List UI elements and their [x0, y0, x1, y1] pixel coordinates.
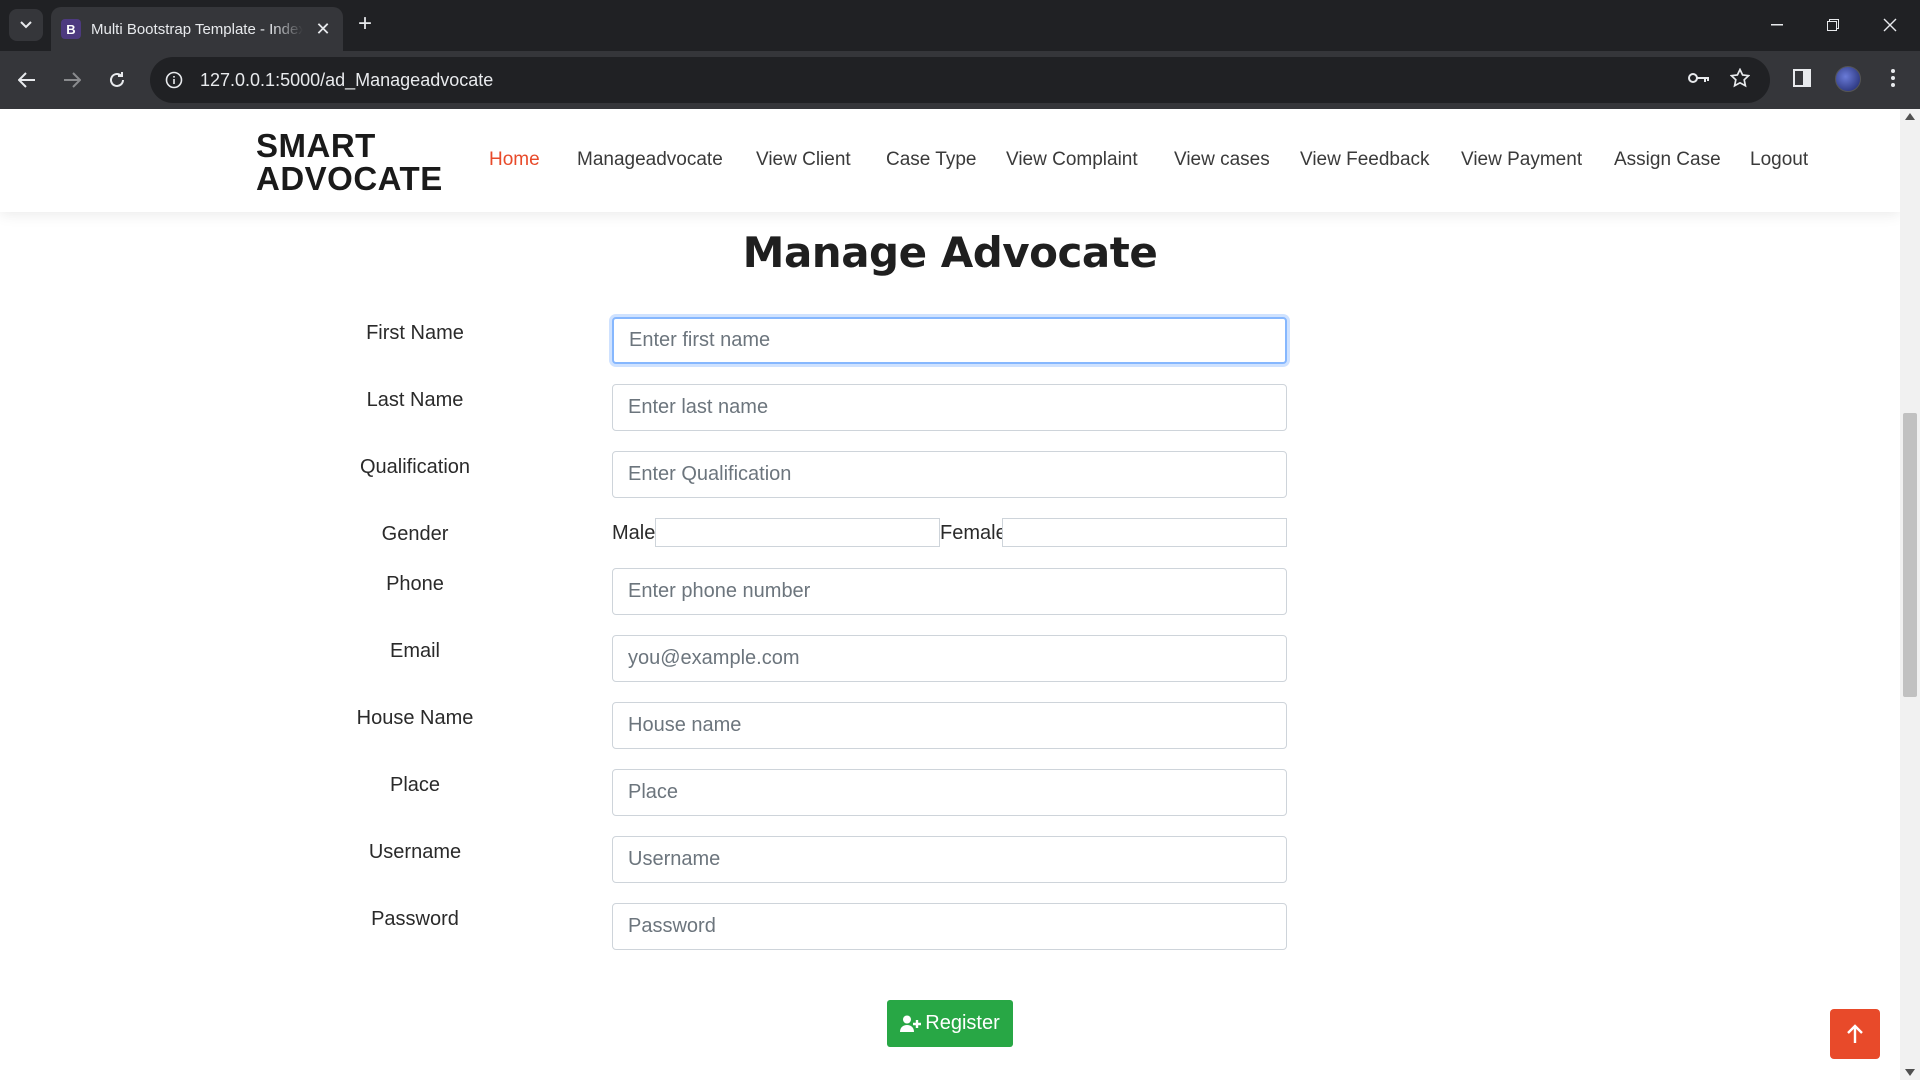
- nav-view-client[interactable]: View Client: [756, 149, 851, 171]
- scroll-down-arrow-icon[interactable]: [1905, 1069, 1915, 1076]
- nav-view-feedback[interactable]: View Feedback: [1300, 149, 1430, 171]
- last-name-label: Last Name: [366, 389, 464, 411]
- back-arrow-icon[interactable]: [12, 65, 42, 95]
- browser-tab-bar: B Multi Bootstrap Template - Index ✕ +: [0, 0, 1920, 51]
- restore-icon[interactable]: [1813, 10, 1853, 40]
- gender-female-label: Female: [940, 522, 1007, 544]
- bootstrap-favicon-icon: B: [61, 19, 81, 39]
- register-button[interactable]: Register: [887, 1000, 1013, 1047]
- scrollbar-thumb[interactable]: [1903, 413, 1917, 697]
- email-input[interactable]: [612, 635, 1287, 682]
- site-logo[interactable]: SMART ADVOCATE: [256, 129, 443, 195]
- address-bar[interactable]: 127.0.0.1:5000/ad_Manageadvocate: [150, 57, 1770, 103]
- house-name-input[interactable]: [612, 702, 1287, 749]
- side-panel-icon[interactable]: [1788, 64, 1816, 92]
- forward-arrow-icon[interactable]: [57, 65, 87, 95]
- nav-view-complaint[interactable]: View Complaint: [1006, 149, 1138, 171]
- first-name-label: First Name: [366, 322, 464, 344]
- window-close-icon[interactable]: [1870, 10, 1910, 40]
- kebab-menu-icon[interactable]: [1879, 64, 1907, 92]
- username-label: Username: [368, 841, 462, 863]
- site-header: SMART ADVOCATE Home Manageadvocate View …: [0, 109, 1900, 212]
- password-input[interactable]: [612, 903, 1287, 950]
- password-label: Password: [371, 908, 459, 930]
- nav-view-payment[interactable]: View Payment: [1461, 149, 1582, 171]
- nav-view-cases[interactable]: View cases: [1174, 149, 1270, 171]
- gender-male-radio[interactable]: [655, 518, 940, 547]
- register-button-label: Register: [925, 1012, 1000, 1034]
- profile-avatar[interactable]: [1835, 66, 1861, 92]
- browser-toolbar: 127.0.0.1:5000/ad_Manageadvocate: [0, 51, 1920, 109]
- password-key-icon[interactable]: [1685, 64, 1713, 92]
- nav-case-type[interactable]: Case Type: [886, 149, 976, 171]
- nav-manageadvocate[interactable]: Manageadvocate: [577, 149, 723, 171]
- username-input[interactable]: [612, 836, 1287, 883]
- logo-line-2: ADVOCATE: [256, 160, 443, 197]
- phone-label: Phone: [386, 573, 444, 595]
- bookmark-star-icon[interactable]: [1726, 64, 1754, 92]
- chevron-down-icon: [20, 21, 32, 29]
- scroll-up-arrow-icon[interactable]: [1905, 113, 1915, 120]
- place-label: Place: [389, 774, 441, 796]
- phone-input[interactable]: [612, 568, 1287, 615]
- back-to-top-button[interactable]: [1830, 1009, 1880, 1059]
- place-input[interactable]: [612, 769, 1287, 816]
- minimize-icon[interactable]: [1757, 10, 1797, 40]
- browser-tab[interactable]: B Multi Bootstrap Template - Index ✕: [51, 7, 343, 51]
- gender-label: Gender: [381, 523, 449, 545]
- new-tab-plus-icon[interactable]: +: [352, 12, 378, 38]
- nav-home[interactable]: Home: [489, 149, 540, 171]
- first-name-input[interactable]: [612, 317, 1287, 364]
- page-viewport: SMART ADVOCATE Home Manageadvocate View …: [0, 109, 1900, 1080]
- tab-close-icon[interactable]: ✕: [313, 19, 333, 40]
- page-scrollbar[interactable]: [1900, 109, 1920, 1080]
- qualification-input[interactable]: [612, 451, 1287, 498]
- reload-icon[interactable]: [102, 65, 132, 95]
- nav-assign-case[interactable]: Assign Case: [1614, 149, 1721, 171]
- gender-female-radio[interactable]: [1002, 518, 1287, 547]
- tab-search-button[interactable]: [9, 9, 43, 41]
- url-text: 127.0.0.1:5000/ad_Manageadvocate: [200, 69, 494, 90]
- qualification-label: Qualification: [359, 456, 471, 478]
- arrow-up-icon: [1847, 1024, 1863, 1043]
- nav-logout[interactable]: Logout: [1750, 149, 1808, 171]
- logo-line-1: SMART: [256, 127, 376, 164]
- email-label: Email: [389, 640, 440, 662]
- last-name-input[interactable]: [612, 384, 1287, 431]
- site-info-icon[interactable]: [162, 68, 186, 92]
- tab-title: Multi Bootstrap Template - Index: [91, 20, 303, 38]
- user-plus-icon: [900, 1015, 922, 1032]
- house-name-label: House Name: [356, 707, 474, 729]
- gender-male-label: Male: [612, 522, 656, 544]
- page-title: Manage Advocate: [742, 228, 1158, 277]
